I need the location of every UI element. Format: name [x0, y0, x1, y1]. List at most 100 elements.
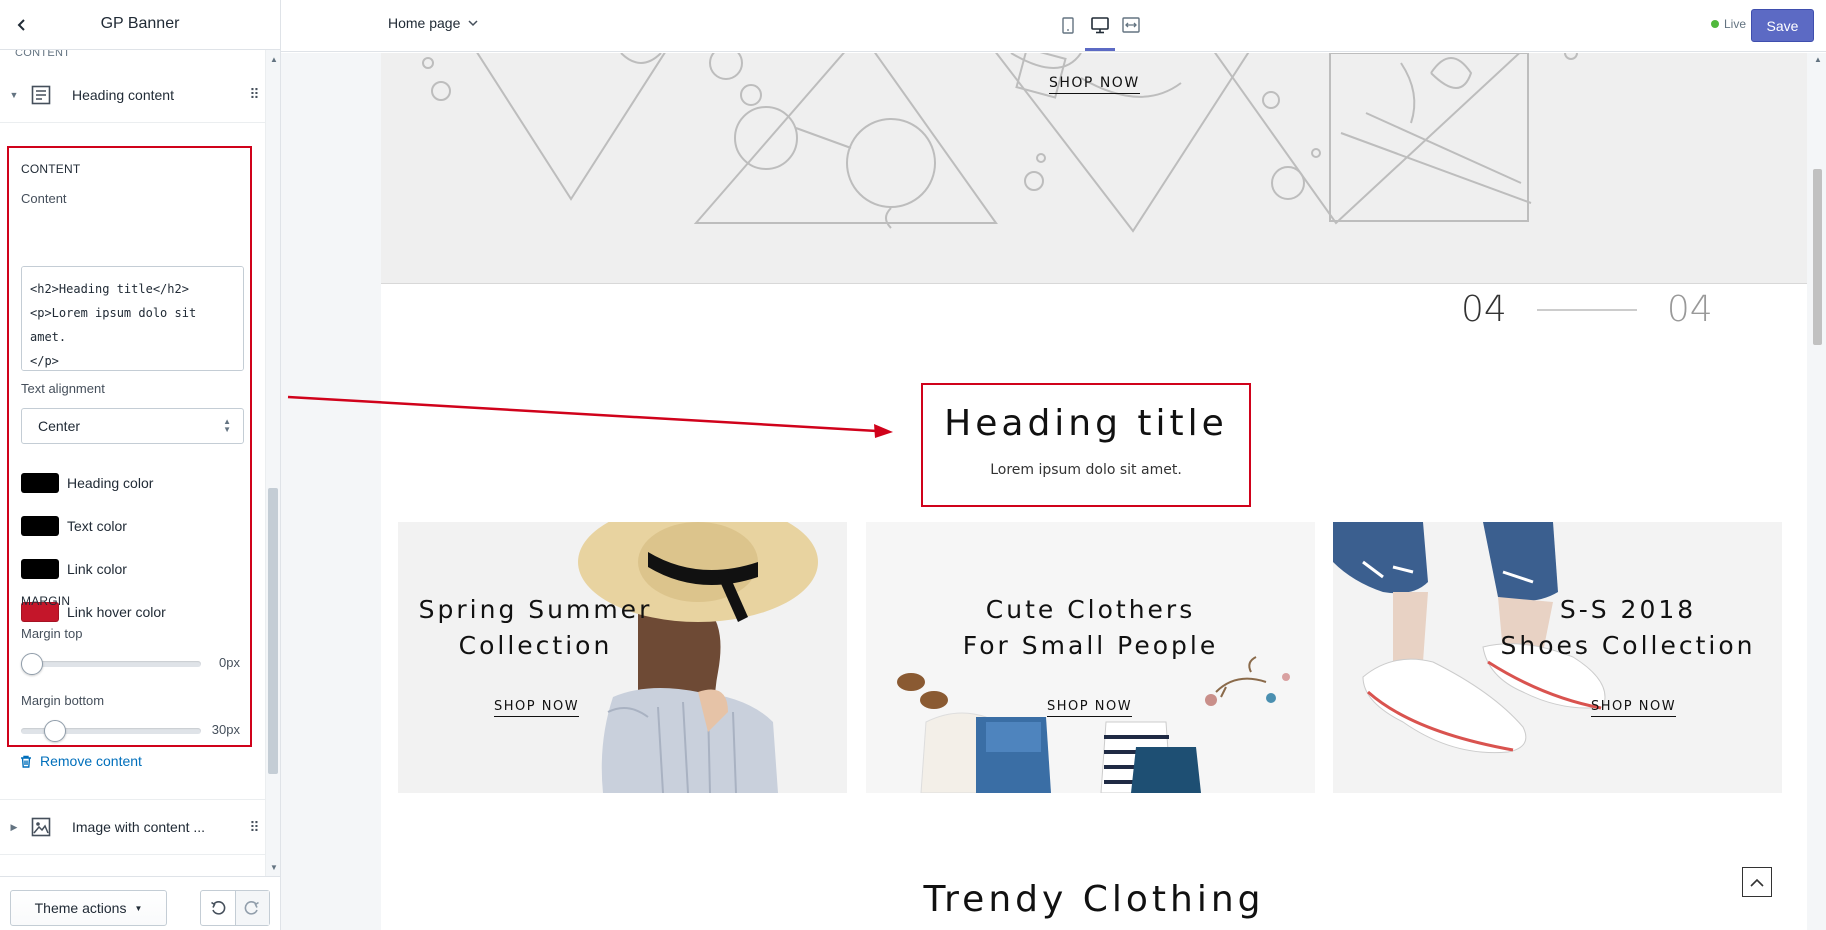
margin-bottom-label: Margin bottom — [21, 693, 105, 708]
text-color-picker[interactable]: Text color — [21, 516, 127, 536]
block-label: Heading content — [72, 86, 174, 103]
hero-shop-now-link[interactable]: SHOP NOW — [1049, 75, 1140, 94]
caret-right-icon[interactable]: ▶ — [0, 822, 28, 833]
caret-down-icon[interactable]: ▼ — [0, 90, 28, 100]
block-settings-panel: CONTENT Content <h2>Heading title</h2> <… — [7, 146, 252, 747]
text-alignment-value: Center — [38, 418, 81, 434]
live-dot-icon — [1711, 20, 1719, 28]
text-block-icon — [28, 84, 54, 106]
banner-shop-now-link[interactable]: SHOP NOW — [1047, 699, 1133, 717]
margin-bottom-slider[interactable] — [21, 720, 201, 742]
sidebar-scrollbar[interactable]: ▲ ▼ — [265, 50, 280, 876]
banner-title: Cute Clothers For Small People — [866, 592, 1315, 664]
desktop-view-button[interactable] — [1085, 10, 1115, 40]
drag-handle-icon[interactable]: ⠿ — [243, 819, 265, 836]
mobile-icon — [1062, 16, 1074, 34]
link-hover-color-label: Link hover color — [67, 604, 166, 620]
drag-handle-icon[interactable]: ⠿ — [243, 86, 265, 103]
banner-shoes[interactable]: S-S 2018 Shoes Collection SHOP NOW — [1333, 522, 1782, 793]
undo-button[interactable] — [201, 891, 235, 925]
theme-actions-button[interactable]: Theme actions ▼ — [10, 890, 167, 926]
redo-icon — [244, 901, 260, 915]
editor-sidebar: GP Banner CONTENT ▼ Heading content ⠿ CO… — [0, 0, 281, 930]
mobile-view-button[interactable] — [1053, 10, 1083, 40]
banner-title-line2: Shoes Collection — [1500, 631, 1756, 660]
heading-color-picker[interactable]: Heading color — [21, 473, 153, 493]
remove-content-link[interactable]: Remove content — [20, 753, 142, 769]
image-with-content-block[interactable]: ▶ Image with content ... ⠿ — [0, 799, 265, 855]
block-label: Image with content ... — [72, 819, 206, 835]
margin-top-slider[interactable] — [21, 653, 201, 675]
desktop-icon — [1091, 16, 1109, 33]
theme-actions-label: Theme actions — [34, 900, 127, 916]
scroll-up-icon[interactable]: ▲ — [1814, 55, 1822, 64]
section-label: CONTENT — [15, 50, 71, 59]
margin-bottom-value: 30px — [211, 722, 240, 737]
link-color-picker[interactable]: Link color — [21, 559, 127, 579]
sidebar-scroll-area: CONTENT ▼ Heading content ⠿ CONTENT Cont… — [0, 50, 265, 876]
back-to-top-button[interactable] — [1742, 867, 1772, 897]
undo-icon — [210, 901, 226, 915]
scrollbar-thumb[interactable] — [1813, 169, 1822, 345]
banner-kids-clothes[interactable]: Cute Clothers For Small People SHOP NOW — [866, 522, 1315, 793]
slide-divider — [1536, 308, 1637, 311]
slide-current: 04 — [1461, 289, 1507, 330]
hero-slide[interactable]: SHOP NOW — [381, 53, 1807, 284]
chevron-up-icon — [1750, 878, 1764, 887]
heading-text: Lorem ipsum dolo sit amet. — [990, 462, 1182, 478]
fullscreen-view-button[interactable] — [1116, 10, 1146, 40]
remove-content-label: Remove content — [40, 753, 142, 769]
undo-redo-group — [200, 890, 270, 926]
banner-shop-now-link[interactable]: SHOP NOW — [1591, 699, 1677, 717]
sidebar-header: GP Banner — [0, 0, 280, 50]
content-textarea[interactable]: <h2>Heading title</h2> <p>Lorem ipsum do… — [21, 266, 244, 371]
heading-title: Heading title — [944, 403, 1228, 444]
banner-shop-now-link[interactable]: SHOP NOW — [494, 699, 580, 717]
link-color-label: Link color — [67, 561, 127, 577]
margin-section-heading: MARGIN — [21, 594, 71, 608]
store-preview: SHOP NOW 04 04 Heading title Lorem ipsum… — [381, 53, 1807, 930]
content-label: Content — [21, 191, 67, 206]
heading-color-label: Heading color — [67, 475, 154, 491]
heading-content-preview[interactable]: Heading title Lorem ipsum dolo sit amet. — [921, 383, 1251, 507]
slide-counter: 04 04 — [1461, 289, 1713, 330]
scroll-up-icon[interactable]: ▲ — [270, 55, 278, 64]
text-color-label: Text color — [67, 518, 127, 534]
select-arrows-icon: ▲ ▼ — [223, 417, 231, 434]
trash-icon — [21, 755, 31, 768]
caret-down-icon: ▼ — [134, 903, 143, 913]
text-alignment-select[interactable]: Center ▲ ▼ — [21, 408, 244, 444]
scrollbar-thumb[interactable] — [268, 488, 278, 774]
redo-button[interactable] — [234, 891, 269, 925]
section-title: Trendy Clothing — [923, 879, 1265, 920]
text-color-swatch[interactable] — [21, 516, 59, 536]
preview-canvas: SHOP NOW 04 04 Heading title Lorem ipsum… — [281, 53, 1826, 930]
banner-title-line2: For Small People — [962, 631, 1219, 660]
margin-top-label: Margin top — [21, 626, 83, 641]
preview-scrollbar[interactable]: ▲ — [1809, 53, 1826, 930]
full-width-icon — [1122, 17, 1140, 33]
annotation-arrow — [287, 395, 893, 438]
banner-spring-summer[interactable]: Spring Summer Collection SHOP NOW — [398, 522, 847, 793]
heading-content-block[interactable]: ▼ Heading content ⠿ — [0, 67, 265, 123]
editor-topbar: Home page Live Save — [281, 0, 1826, 52]
slider-knob[interactable] — [44, 720, 66, 742]
banner-title: S-S 2018 Shoes Collection — [1483, 592, 1773, 664]
scroll-down-icon[interactable]: ▼ — [270, 863, 278, 872]
heading-color-swatch[interactable] — [21, 473, 59, 493]
page-selector[interactable]: Home page — [388, 15, 478, 31]
margin-top-value: 0px — [219, 655, 240, 670]
content-section-heading: CONTENT — [21, 162, 81, 176]
image-block-icon — [28, 816, 54, 838]
slider-knob[interactable] — [21, 653, 43, 675]
live-status-label: Live — [1724, 17, 1747, 31]
save-button[interactable]: Save — [1751, 9, 1814, 42]
link-color-swatch[interactable] — [21, 559, 59, 579]
slider-track — [21, 661, 201, 667]
chevron-down-icon — [468, 19, 478, 26]
banner-title: Spring Summer Collection — [398, 592, 673, 664]
sidebar-footer: Theme actions ▼ — [0, 876, 280, 930]
sidebar-title: GP Banner — [100, 15, 180, 32]
text-alignment-label: Text alignment — [21, 381, 105, 396]
banner-title-line1: S-S 2018 — [1559, 595, 1697, 624]
